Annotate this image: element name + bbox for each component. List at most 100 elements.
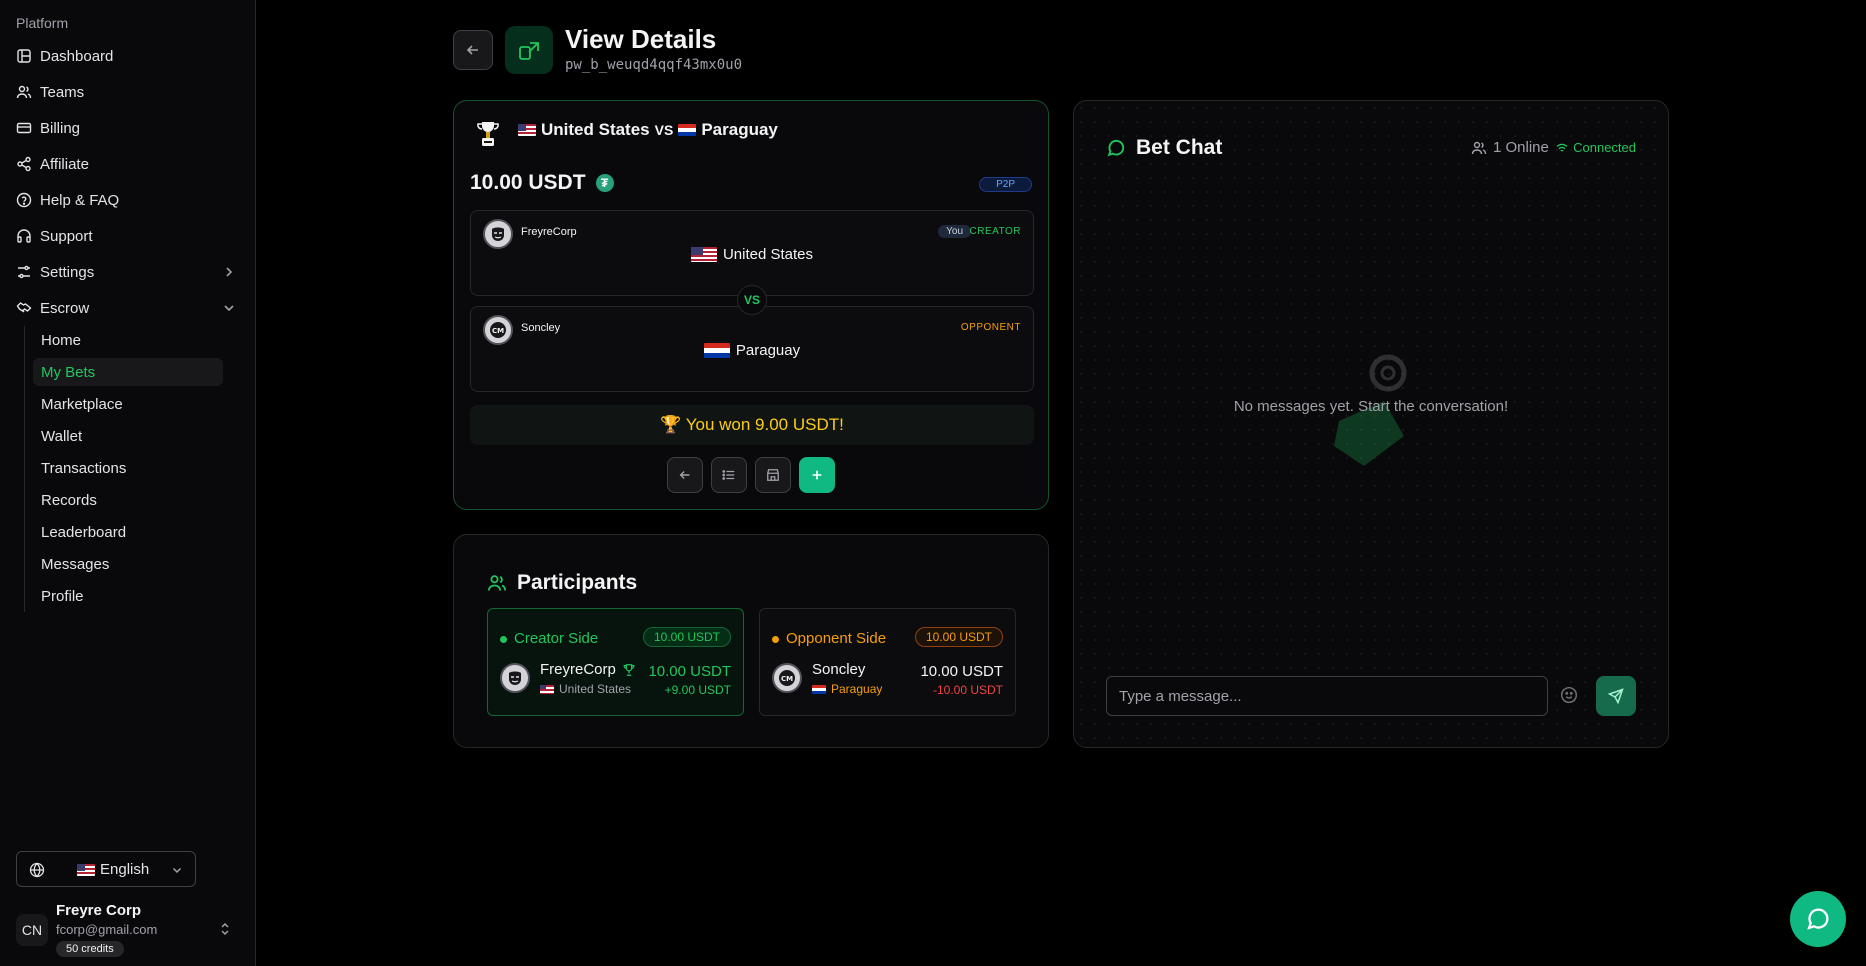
us-flag-icon xyxy=(690,247,717,262)
sidebar-subitem-transactions[interactable]: Transactions xyxy=(33,454,223,482)
creator-name: FreyreCorp xyxy=(521,226,577,238)
creator-team-name: United States xyxy=(722,246,814,263)
headphones-icon xyxy=(17,229,31,243)
sidebar-subitem-records[interactable]: Records xyxy=(33,486,223,514)
sidebar-item-support[interactable]: Support xyxy=(8,220,248,252)
page-title: View Details xyxy=(565,24,717,54)
chat-title-text: Bet Chat xyxy=(1136,136,1223,159)
opponent-amount: 10.00 USDT xyxy=(920,663,1003,680)
help-circle-icon xyxy=(16,192,32,208)
sidebar-item-escrow[interactable]: Escrow xyxy=(8,292,248,324)
marketplace-button[interactable] xyxy=(755,457,791,493)
bet-arrows-icon xyxy=(505,26,553,74)
plus-icon xyxy=(812,470,822,480)
creator-team: United States xyxy=(471,246,1033,263)
us-flag-icon xyxy=(77,864,95,876)
online-count-text: 1 Online xyxy=(1493,139,1549,156)
us-flag-icon xyxy=(518,124,536,136)
users-icon xyxy=(488,575,506,591)
sidebar-subitem-home[interactable]: Home xyxy=(33,326,223,354)
opponent-role: OPPONENT xyxy=(960,322,1021,333)
us-flag-icon xyxy=(540,684,554,694)
bet-amount: 10.00 USDT ₮ xyxy=(470,171,614,195)
svg-text:CM: CM xyxy=(492,327,504,335)
connection-status: Connected xyxy=(1556,140,1636,155)
online-count: 1 Online xyxy=(1471,139,1549,156)
participants-title: Participants xyxy=(487,571,637,595)
sidebar-subitem-marketplace[interactable]: Marketplace xyxy=(33,390,223,418)
sidebar-item-label: Affiliate xyxy=(40,155,89,173)
sliders-icon xyxy=(18,265,30,279)
user-menu[interactable]: CN Freyre Corp fcorp@gmail.com 50 credit… xyxy=(16,898,240,958)
py-flag-icon xyxy=(812,684,826,694)
opponent-stake-pill: 10.00 USDT xyxy=(914,627,1003,647)
dashboard-icon xyxy=(17,49,31,63)
store-icon xyxy=(767,469,779,481)
participant-name-text: FreyreCorp xyxy=(540,661,616,678)
opponent-delta: -10.00 USDT xyxy=(932,683,1003,697)
smile-icon[interactable] xyxy=(1560,686,1578,704)
creator-side-panel: Creator Side 10.00 USDT FreyreCorp Unite… xyxy=(487,608,744,716)
sidebar-item-affiliate[interactable]: Affiliate xyxy=(8,148,248,180)
avatar xyxy=(483,219,513,249)
trophy-icon xyxy=(623,663,635,676)
list-bets-button[interactable] xyxy=(711,457,747,493)
bet-amount-value: 10.00 USDT xyxy=(470,171,586,194)
language-select[interactable]: English xyxy=(16,851,196,887)
chevron-down-icon xyxy=(224,305,234,312)
opponent-team: Paraguay xyxy=(471,342,1033,359)
arrow-left-icon xyxy=(466,45,478,55)
user-name: Freyre Corp xyxy=(56,902,142,919)
sidebar-item-label: Settings xyxy=(40,263,95,281)
sidebar-item-help[interactable]: Help & FAQ xyxy=(8,184,248,216)
chat-title: Bet Chat xyxy=(1106,136,1222,160)
sidebar-subitem-profile[interactable]: Profile xyxy=(33,582,223,610)
handshake-icon xyxy=(16,302,32,313)
back-button[interactable] xyxy=(453,30,493,70)
creator-amount: 10.00 USDT xyxy=(648,663,731,680)
avatar: CM xyxy=(483,315,513,345)
create-bet-button[interactable] xyxy=(799,457,835,493)
creator-dot xyxy=(500,636,507,643)
submenu-guide-line xyxy=(24,326,25,612)
creator-side-label: Creator Side xyxy=(514,630,599,647)
avatar xyxy=(500,663,530,693)
sidebar-item-settings[interactable]: Settings xyxy=(8,256,248,288)
sidebar-group-label: Platform xyxy=(16,15,69,31)
sidebar-subitem-wallet[interactable]: Wallet xyxy=(33,422,223,450)
sidebar-item-label: Support xyxy=(40,227,93,245)
trophy-logo-icon xyxy=(477,122,499,146)
share-icon xyxy=(17,156,31,172)
users-icon xyxy=(16,85,32,99)
vs-badge: VS xyxy=(737,285,767,315)
participant-team-text: Paraguay xyxy=(831,682,883,696)
bet-type-badge: P2P xyxy=(979,177,1032,192)
opponent-participant-name: Soncley xyxy=(812,661,865,678)
opponent-team-name: Paraguay xyxy=(735,342,801,359)
avatar: CN xyxy=(16,914,48,946)
language-label: English xyxy=(100,861,150,878)
creator-role: CREATOR xyxy=(969,226,1021,237)
vs-label: VS xyxy=(654,122,674,138)
sidebar-item-teams[interactable]: Teams xyxy=(8,76,248,108)
support-chat-button[interactable] xyxy=(1790,891,1846,947)
credits-badge: 50 credits xyxy=(56,941,124,957)
sidebar-item-dashboard[interactable]: Dashboard xyxy=(8,40,248,72)
sidebar-subitem-messages[interactable]: Messages xyxy=(33,550,223,578)
send-button[interactable] xyxy=(1596,676,1636,716)
chat-empty-illustration-icon xyxy=(1334,354,1407,466)
chevrons-up-down-icon xyxy=(221,922,229,936)
creator-participant-name: FreyreCorp xyxy=(540,661,636,678)
sidebar-item-billing[interactable]: Billing xyxy=(8,112,248,144)
mask-avatar-icon xyxy=(492,227,504,241)
opponent-side-panel: Opponent Side 10.00 USDT CM Soncley Para… xyxy=(759,608,1016,716)
cm-logo-icon: CM xyxy=(779,670,795,686)
sidebar-subitem-my-bets[interactable]: My Bets xyxy=(33,358,223,386)
opponent-dot xyxy=(772,636,779,643)
chat-empty-text: No messages yet. Start the conversation! xyxy=(1233,398,1509,415)
message-input[interactable] xyxy=(1106,676,1548,716)
sidebar-item-label: Dashboard xyxy=(40,47,114,65)
sidebar-subitem-leaderboard[interactable]: Leaderboard xyxy=(33,518,223,546)
opponent-name: Soncley xyxy=(521,322,561,334)
back-action-button[interactable] xyxy=(667,457,703,493)
